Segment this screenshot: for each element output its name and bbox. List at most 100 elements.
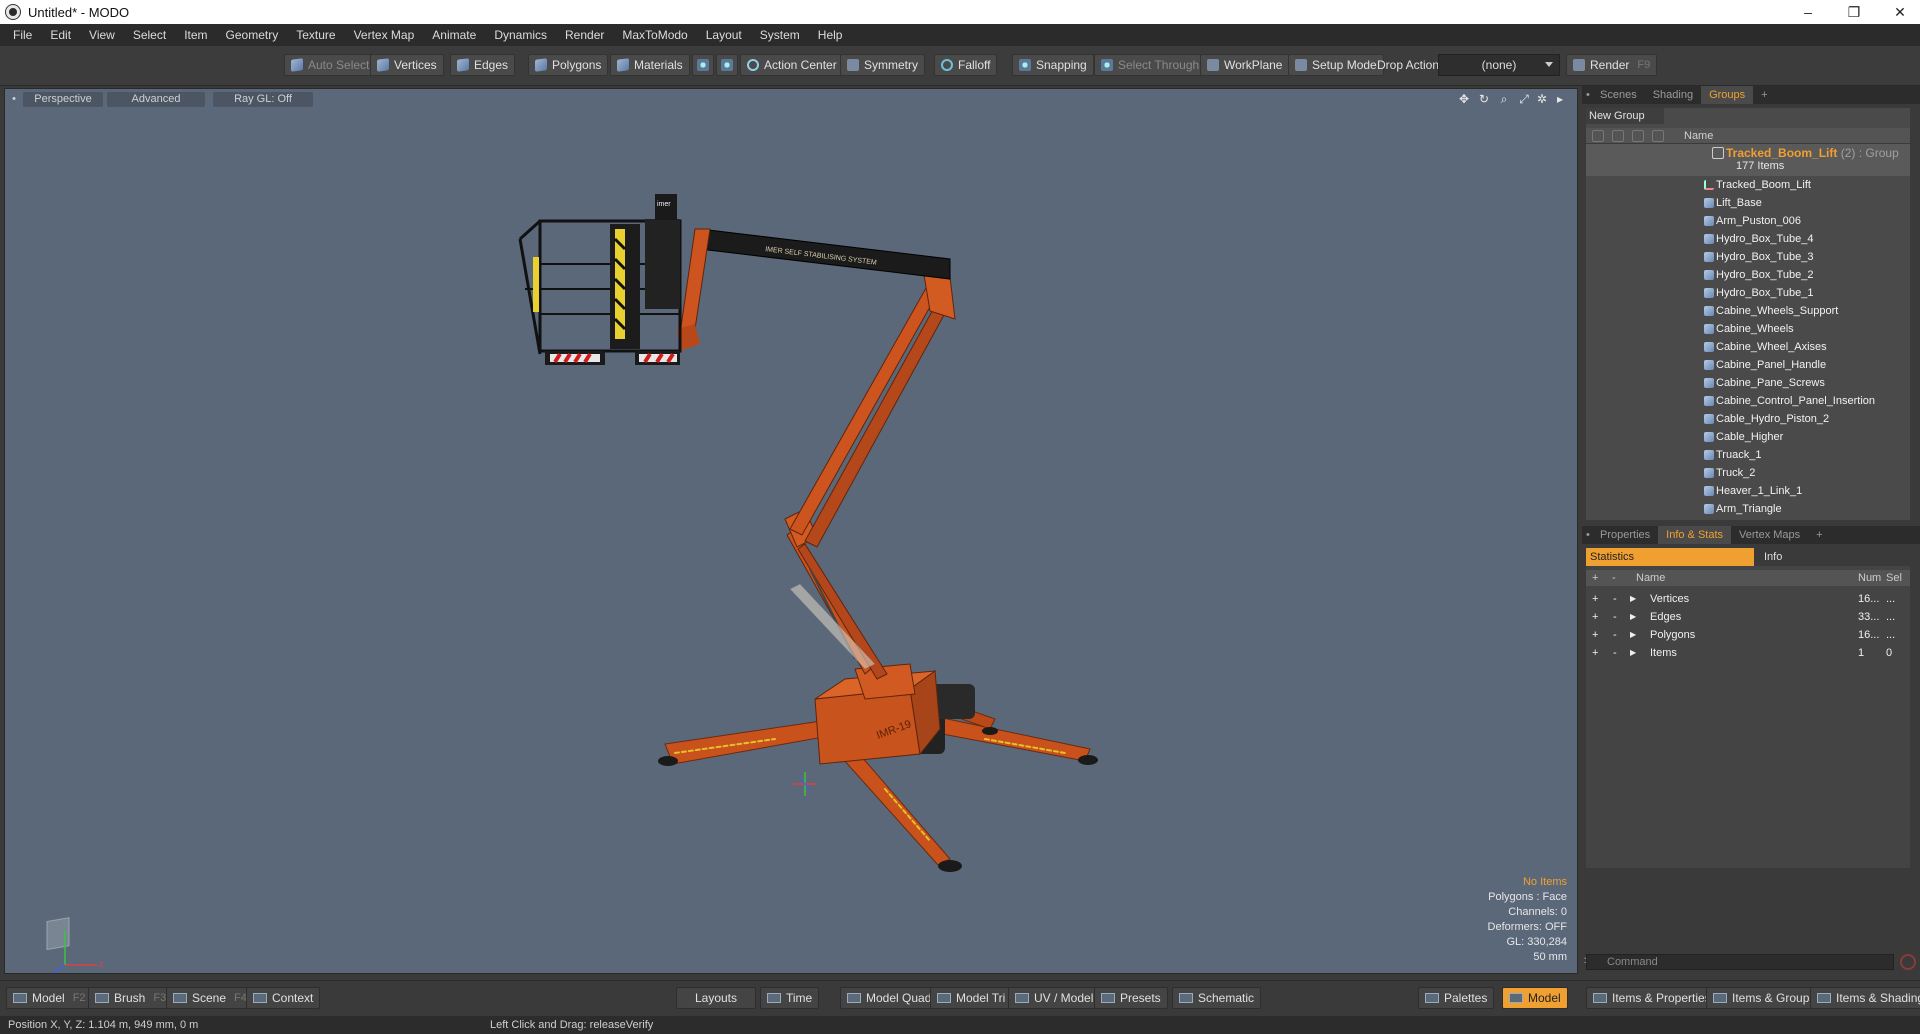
minimize-button[interactable]: – <box>1785 0 1831 24</box>
menu-view[interactable]: View <box>80 24 124 46</box>
chevron-right-icon[interactable]: ▶ <box>1630 626 1636 644</box>
model-workspace-button[interactable]: Model <box>1502 987 1568 1009</box>
list-item[interactable]: Hydro_Box_Tube_3 <box>1586 248 1910 266</box>
tab-info[interactable]: Info <box>1754 548 1910 566</box>
items-properties-button[interactable]: Items & Properties <box>1586 987 1718 1009</box>
collapse-icon[interactable]: - <box>1613 590 1617 608</box>
model-quad-button[interactable]: Model Quad <box>840 987 939 1009</box>
menu-render[interactable]: Render <box>556 24 613 46</box>
list-item[interactable]: Cabine_Wheel_Axises <box>1586 338 1910 356</box>
close-button[interactable]: ✕ <box>1877 0 1920 24</box>
render-column-icon[interactable] <box>1612 130 1624 142</box>
menu-file[interactable]: File <box>4 24 41 46</box>
chevron-right-icon[interactable]: ▶ <box>1630 644 1636 662</box>
layouts-button[interactable]: Layouts <box>676 987 756 1009</box>
list-item[interactable]: Cabine_Panel_Handle <box>1586 356 1910 374</box>
list-item[interactable]: Cabine_Wheels_Support <box>1586 302 1910 320</box>
context-button[interactable]: Context <box>246 987 321 1009</box>
selection-convert-button[interactable] <box>716 54 738 76</box>
command-input[interactable]: Command <box>1586 954 1894 970</box>
menu-dynamics[interactable]: Dynamics <box>485 24 556 46</box>
list-item[interactable]: Hydro_Box_Tube_4 <box>1586 230 1910 248</box>
boom-lift-model[interactable]: IMR-19 IMER SELF STABILISING SYSTEM imer… <box>5 89 1578 974</box>
expand-icon[interactable]: + <box>1592 644 1598 662</box>
group-row[interactable]: Tracked_Boom_Lift (2) : Group 177 Items <box>1586 144 1910 176</box>
tab-vertex-maps[interactable]: Vertex Maps <box>1731 526 1808 544</box>
auto-select-button[interactable]: Auto Select <box>284 54 377 76</box>
items-groups-button[interactable]: Items & Groups <box>1706 987 1823 1009</box>
action-center-button[interactable]: Action Center <box>740 54 844 76</box>
list-item[interactable]: Cabine_Pane_Screws <box>1586 374 1910 392</box>
list-item[interactable]: Cable_Hydro_Piston_2 <box>1586 410 1910 428</box>
add-tab-button[interactable]: + <box>1753 86 1775 104</box>
time-button[interactable]: Time <box>760 987 820 1009</box>
tab-scenes[interactable]: Scenes <box>1592 86 1645 104</box>
list-item[interactable]: Hydro_Box_Tube_1 <box>1586 284 1910 302</box>
list-item[interactable]: Cabine_Control_Panel_Insertion <box>1586 392 1910 410</box>
collapse-icon[interactable]: - <box>1613 644 1617 662</box>
list-item[interactable]: Arm_Triangle <box>1586 500 1910 518</box>
add-tab-button[interactable]: + <box>1808 526 1830 544</box>
list-item[interactable]: Tracked_Boom_Lift <box>1586 176 1910 194</box>
expand-icon[interactable]: + <box>1592 590 1598 608</box>
expand-icon[interactable]: + <box>1592 626 1598 644</box>
brush-layout-button[interactable]: Brush F3 <box>88 987 174 1009</box>
render-button[interactable]: Render F9 <box>1566 54 1658 76</box>
table-row[interactable]: + - ▶ Items 1 0 <box>1586 644 1910 662</box>
menu-maxtomodo[interactable]: MaxToModo <box>613 24 696 46</box>
menu-select[interactable]: Select <box>124 24 175 46</box>
panel-menu-icon[interactable]: • <box>1582 526 1592 544</box>
schematic-button[interactable]: Schematic <box>1172 987 1262 1009</box>
symmetry-button[interactable]: Symmetry <box>840 54 925 76</box>
3d-viewport[interactable]: • Perspective Advanced Ray GL: Off ✥ ↻ ⌕… <box>4 88 1578 974</box>
restore-button[interactable]: ❐ <box>1831 0 1877 24</box>
tab-info-stats[interactable]: Info & Stats <box>1658 526 1732 544</box>
menu-edit[interactable]: Edit <box>41 24 80 46</box>
tab-shading[interactable]: Shading <box>1645 86 1701 104</box>
selection-set-button[interactable] <box>692 54 714 76</box>
model-layout-button[interactable]: Model F2 <box>6 987 93 1009</box>
table-row[interactable]: + - ▶ Vertices 16...... <box>1586 590 1910 608</box>
table-row[interactable]: + - ▶ Polygons 16...... <box>1586 626 1910 644</box>
materials-button[interactable]: Materials <box>610 54 690 76</box>
list-item[interactable]: Cabine_Wheels <box>1586 320 1910 338</box>
menu-animate[interactable]: Animate <box>423 24 485 46</box>
record-icon[interactable] <box>1900 954 1916 970</box>
presets-button[interactable]: Presets <box>1094 987 1168 1009</box>
polygons-button[interactable]: Polygons <box>528 54 609 76</box>
scene-layout-button[interactable]: Scene F4 <box>166 987 254 1009</box>
menu-system[interactable]: System <box>751 24 809 46</box>
chevron-right-icon[interactable]: ▶ <box>1630 590 1636 608</box>
list-item[interactable]: Truck_2 <box>1586 464 1910 482</box>
items-shading-button[interactable]: Items & Shading <box>1810 987 1920 1009</box>
lock-column-icon[interactable] <box>1632 130 1644 142</box>
tab-properties[interactable]: Properties <box>1592 526 1658 544</box>
table-row[interactable]: + - ▶ Edges 33...... <box>1586 608 1910 626</box>
list-item[interactable]: Lift_Base <box>1586 194 1910 212</box>
tab-groups[interactable]: Groups <box>1701 86 1754 104</box>
menu-texture[interactable]: Texture <box>287 24 344 46</box>
menu-item[interactable]: Item <box>175 24 216 46</box>
list-item[interactable]: Truack_1 <box>1586 446 1910 464</box>
vertices-button[interactable]: Vertices <box>370 54 444 76</box>
palettes-button[interactable]: Palettes <box>1418 987 1495 1009</box>
tab-statistics[interactable]: Statistics <box>1586 548 1754 566</box>
menu-geometry[interactable]: Geometry <box>217 24 288 46</box>
list-item[interactable]: Heaver_1_Link_1 <box>1586 482 1910 500</box>
menu-vertex-map[interactable]: Vertex Map <box>345 24 424 46</box>
model-tri-button[interactable]: Model Tri <box>930 987 1013 1009</box>
expand-all-header[interactable]: + <box>1592 570 1598 586</box>
collapse-all-header[interactable]: - <box>1612 570 1616 586</box>
panel-menu-icon[interactable]: • <box>1582 86 1592 104</box>
setup-mode-button[interactable]: Setup Mode <box>1288 54 1384 76</box>
workplane-button[interactable]: WorkPlane <box>1200 54 1290 76</box>
edges-button[interactable]: Edges <box>450 54 516 76</box>
visibility-column-icon[interactable] <box>1592 130 1604 142</box>
list-item[interactable]: Arm_Puston_006 <box>1586 212 1910 230</box>
falloff-button[interactable]: Falloff <box>934 54 998 76</box>
list-item[interactable]: Cable_Higher <box>1586 428 1910 446</box>
drop-action-select[interactable]: (none) <box>1438 54 1560 76</box>
chevron-right-icon[interactable]: ▶ <box>1630 608 1636 626</box>
collapse-icon[interactable]: - <box>1613 608 1617 626</box>
menu-layout[interactable]: Layout <box>697 24 751 46</box>
